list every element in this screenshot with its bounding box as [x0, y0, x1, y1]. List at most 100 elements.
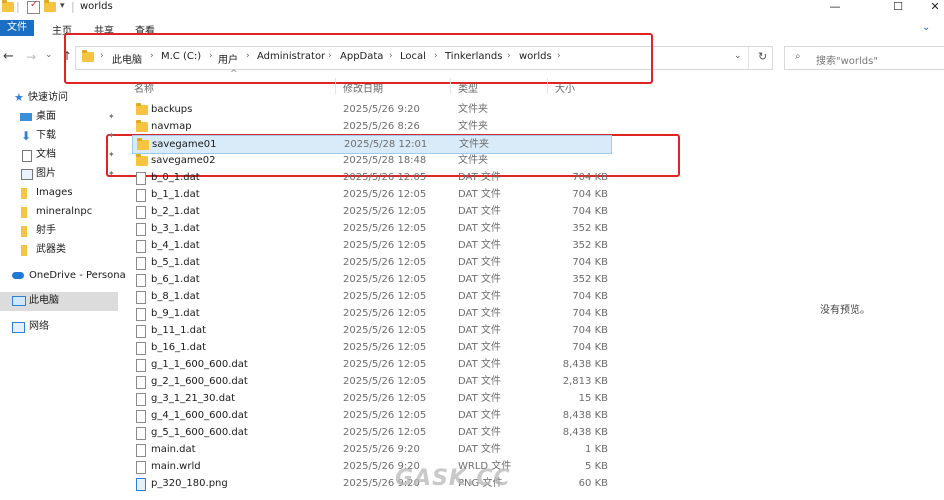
file-row[interactable]: b_2_1.dat 2025/5/26 12:05 DAT 文件 704 KB — [132, 203, 610, 220]
tab-file[interactable]: 文件 — [0, 20, 34, 36]
file-row[interactable]: savegame02 2025/5/28 18:48 文件夹 — [132, 152, 610, 169]
file-row[interactable]: navmap 2025/5/26 8:26 文件夹 — [132, 118, 610, 135]
nav-downloads[interactable]: ⬇ 下载 ✦ — [0, 127, 118, 145]
png-file-icon — [136, 478, 146, 497]
file-date: 2025/5/28 12:01 — [344, 139, 428, 150]
nav-desktop[interactable]: 桌面 ✦ — [0, 108, 118, 126]
file-name: b_6_1.dat — [151, 274, 200, 285]
new-folder-icon[interactable] — [44, 0, 56, 14]
file-date: 2025/5/28 18:48 — [343, 155, 427, 166]
file-row[interactable]: b_5_1.dat 2025/5/26 12:05 DAT 文件 704 KB — [132, 254, 610, 271]
file-row[interactable]: main.wrld 2025/5/26 9:20 WRLD 文件 5 KB — [132, 458, 610, 475]
nav-quick-access[interactable]: ★ 快速访问 — [0, 89, 118, 107]
file-size: 704 KB — [572, 189, 608, 200]
recent-dropdown-icon[interactable]: ⌄ — [45, 50, 53, 60]
ribbon-expand-icon[interactable]: ⌄ — [922, 22, 930, 33]
file-size: 352 KB — [572, 240, 608, 251]
pin-icon[interactable]: ✦ — [108, 108, 115, 126]
minimize-button[interactable]: — — [820, 0, 850, 16]
file-name: g_4_1_600_600.dat — [151, 410, 248, 421]
file-date: 2025/5/26 12:05 — [343, 291, 427, 302]
file-row[interactable]: b_1_1.dat 2025/5/26 12:05 DAT 文件 704 KB — [132, 186, 610, 203]
file-row[interactable]: b_3_1.dat 2025/5/26 12:05 DAT 文件 352 KB — [132, 220, 610, 237]
file-type: DAT 文件 — [458, 359, 501, 370]
file-row[interactable]: main.dat 2025/5/26 9:20 DAT 文件 1 KB — [132, 441, 610, 458]
file-row[interactable]: g_4_1_600_600.dat 2025/5/26 12:05 DAT 文件 8,… — [132, 407, 610, 424]
column-divider[interactable] — [450, 78, 451, 94]
file-size: 2,813 KB — [562, 376, 608, 387]
nav-shooter[interactable]: 射手 — [0, 222, 118, 240]
file-row[interactable]: g_2_1_600_600.dat 2025/5/26 12:05 DAT 文件 2,… — [132, 373, 610, 390]
file-size: 8,438 KB — [562, 359, 608, 370]
file-size: 704 KB — [572, 342, 608, 353]
file-type: DAT 文件 — [458, 240, 501, 251]
back-arrow-icon[interactable]: ← — [3, 49, 14, 64]
preview-empty-text: 没有预览。 — [820, 305, 870, 316]
search-input[interactable]: 搜索"worlds" — [816, 52, 878, 67]
nav-this-pc[interactable]: 此电脑 — [0, 292, 118, 311]
address-dropdown-icon[interactable]: ⌄ — [734, 51, 742, 61]
column-type[interactable]: 类型 — [458, 80, 478, 95]
file-size: 704 KB — [572, 291, 608, 302]
column-divider[interactable] — [547, 78, 548, 94]
file-date: 2025/5/26 12:05 — [343, 223, 427, 234]
close-button[interactable]: ✕ — [920, 0, 944, 16]
desktop-icon — [20, 113, 32, 121]
file-type: DAT 文件 — [458, 444, 501, 455]
nav-mineralnpc[interactable]: mineralnpc — [0, 203, 118, 221]
refresh-icon[interactable]: ↻ — [758, 50, 767, 63]
search-box[interactable]: ⌕ 搜索"worlds" — [784, 46, 944, 70]
file-row[interactable]: g_3_1_21_30.dat 2025/5/26 12:05 DAT 文件 15 K… — [132, 390, 610, 407]
file-row[interactable]: g_1_1_600_600.dat 2025/5/26 12:05 DAT 文件 8,… — [132, 356, 610, 373]
highlight-address — [64, 33, 653, 84]
file-size: 5 KB — [585, 461, 608, 472]
file-row[interactable]: b_4_1.dat 2025/5/26 12:05 DAT 文件 352 KB — [132, 237, 610, 254]
file-row[interactable]: p_320_180.png 2025/5/26 9:20 PNG 文件 60 KB — [132, 475, 610, 492]
file-date: 2025/5/26 8:26 — [343, 121, 420, 132]
cloud-icon — [12, 272, 24, 279]
column-name[interactable]: 名称 — [134, 80, 154, 95]
properties-icon[interactable]: ✓ — [27, 0, 40, 14]
file-row[interactable]: b_0_1.dat 2025/5/26 12:05 DAT 文件 704 KB — [132, 169, 610, 186]
nav-network[interactable]: 网络 — [0, 318, 118, 336]
file-size: 8,438 KB — [562, 410, 608, 421]
file-row[interactable]: g_5_1_600_600.dat 2025/5/26 12:05 DAT 文件 8,… — [132, 424, 610, 441]
nav-documents[interactable]: 文档 ✦ — [0, 146, 118, 164]
title-bar: | ✓ ▾ | worlds — ☐ ✕ — [0, 0, 944, 18]
file-name: b_2_1.dat — [151, 206, 200, 217]
maximize-button[interactable]: ☐ — [883, 0, 913, 16]
nav-onedrive[interactable]: OneDrive - Persona — [0, 267, 126, 285]
folder-icon — [2, 0, 14, 14]
forward-arrow-icon[interactable]: → — [26, 50, 36, 64]
file-size: 704 KB — [572, 257, 608, 268]
pin-icon[interactable]: ✦ — [108, 127, 115, 145]
file-name: savegame01 — [152, 139, 217, 150]
column-divider[interactable] — [335, 78, 336, 94]
network-icon — [12, 322, 25, 333]
file-name: b_0_1.dat — [151, 172, 200, 183]
file-row[interactable]: b_11_1.dat 2025/5/26 12:05 DAT 文件 704 KB — [132, 322, 610, 339]
file-name: backups — [151, 104, 193, 115]
pin-icon[interactable]: ✦ — [108, 146, 115, 164]
download-icon: ⬇ — [21, 129, 32, 143]
file-row[interactable]: b_6_1.dat 2025/5/26 12:05 DAT 文件 352 KB — [132, 271, 610, 288]
file-name: b_5_1.dat — [151, 257, 200, 268]
pin-icon[interactable]: ✦ — [108, 165, 115, 183]
file-date: 2025/5/26 12:05 — [343, 359, 427, 370]
file-size: 352 KB — [572, 223, 608, 234]
nav-pictures[interactable]: 图片 ✦ — [0, 165, 118, 183]
file-name: b_9_1.dat — [151, 308, 200, 319]
column-size[interactable]: 大小 — [555, 80, 575, 95]
file-row[interactable]: backups 2025/5/26 9:20 文件夹 — [132, 101, 610, 118]
file-type: 文件夹 — [458, 121, 488, 132]
file-row[interactable]: b_9_1.dat 2025/5/26 12:05 DAT 文件 704 KB — [132, 305, 610, 322]
nav-images[interactable]: Images — [0, 184, 118, 202]
file-row[interactable]: b_8_1.dat 2025/5/26 12:05 DAT 文件 704 KB — [132, 288, 610, 305]
file-name: b_3_1.dat — [151, 223, 200, 234]
nav-weapons[interactable]: 武器类 — [0, 241, 118, 259]
file-name: b_11_1.dat — [151, 325, 207, 336]
column-date[interactable]: 修改日期 — [343, 80, 383, 95]
file-row[interactable]: b_16_1.dat 2025/5/26 12:05 DAT 文件 704 KB — [132, 339, 610, 356]
qa-dropdown-icon[interactable]: ▾ — [60, 1, 65, 11]
file-date: 2025/5/26 12:05 — [343, 172, 427, 183]
